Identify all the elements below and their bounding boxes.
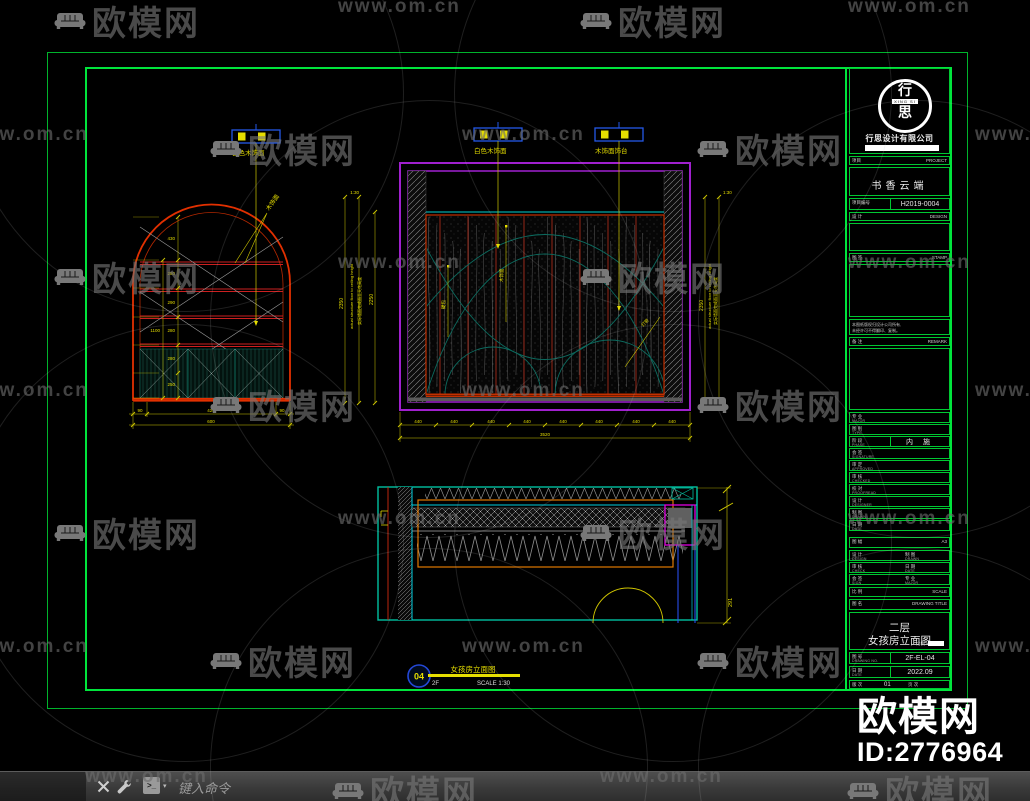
svg-text:280: 280 [167,328,175,333]
watermark-url: www.om.cn [975,380,1030,401]
model-id: ID:2776964 [857,737,1004,767]
elevation-right-dimensions: 1:30 2350 actual structure floor to ceil… [699,190,732,406]
svg-text:280: 280 [167,271,175,276]
svg-text:250: 250 [167,382,175,387]
material-tag-1[interactable]: 白色木饰面 [231,124,281,326]
company-name: 行思设计有限公司 [865,134,934,143]
svg-text:actual structure floor to ceil: actual structure floor to ceiling height [349,263,354,329]
svg-text:3520: 3520 [540,432,551,437]
svg-text:440: 440 [487,419,495,424]
svg-text:290: 290 [167,300,175,305]
viewport-number: 04 [414,672,424,682]
watermark-url: www.om.cn [848,0,971,17]
project-number: H2019-0004 [900,200,940,208]
date-value: 2022.09 [907,668,933,676]
arched-cabinet-elevation: 430 280 290 280 280 250 1100 90 420 90 6… [129,124,294,429]
cabinet-bottom-dim-values: 90 420 90 600 [137,408,285,424]
svg-text:2250: 2250 [369,294,375,305]
chevron-down-icon[interactable]: ▾ [163,782,167,790]
zigzag-hatch-top [425,488,681,500]
command-bar[interactable]: >_ ▾ 键入命令 [0,771,1030,801]
customize-wrench-icon[interactable] [116,779,131,794]
svg-text:木饰面: 木饰面 [264,193,281,212]
svg-text:木饰面饰台: 木饰面饰台 [595,146,628,155]
svg-text:木饰面: 木饰面 [498,268,505,282]
title-block-logo-box: 行 XING SI 思 行思设计有限公司 [849,68,950,154]
section-right-dimension: 291 [697,484,734,626]
svg-text:440: 440 [450,419,458,424]
svg-text:actual structure floor to ceil: actual structure floor to ceiling height [707,263,712,329]
drawing-title-box: 二层 女孩房立面图 比例 [849,612,950,650]
elevation-bottom-dimensions: 440 440 440 440 440 440 440 440 3520 [397,412,693,442]
close-icon[interactable] [97,780,110,793]
svg-text:实际墙面完成面至天花高度: 实际墙面完成面至天花高度 [356,277,362,325]
svg-text:1:30: 1:30 [723,190,732,195]
drawing-area[interactable]: 430 280 290 280 280 250 1100 90 420 90 6… [85,67,845,691]
svg-text:430: 430 [167,236,175,241]
svg-text:白色木饰面: 白色木饰面 [232,148,265,157]
svg-text:440: 440 [523,419,531,424]
viewport-title: 04 女孩房立面图 2F SCALE 1:30 [407,664,520,688]
door-swing-arc [592,587,664,624]
date-row: 日 期 DATE 2022.09 [849,666,950,678]
main-wall-elevation: 硬包 木饰面 灯带 白色木饰面 木饰面饰台 1:30 2350 2250 act… [339,122,732,442]
svg-text:291: 291 [728,598,734,607]
svg-text:440: 440 [414,419,422,424]
project-name: 书香云端 [871,181,928,192]
svg-text:440: 440 [559,419,567,424]
watermark-url: www.om.cn [975,636,1030,657]
section-detail: 291 [377,484,734,626]
watermark-brand: 欧模网 [52,0,200,45]
svg-text:1100: 1100 [150,328,160,333]
svg-text:440: 440 [632,419,640,424]
svg-text:440: 440 [668,419,676,424]
watermark-brand: 欧模网 [578,0,726,45]
viewport-title-text: 女孩房立面图 [451,664,496,674]
command-bar-left-panel [0,772,86,801]
drawing-number-row: 图 号 DRAWING NO. 2F-EL-04 [849,652,950,664]
watermark-url: www.om.cn [338,0,461,17]
site-branding: 欧模网 ID:2776964 [857,697,1003,766]
sofa-icon [580,12,612,29]
watermark-url: www.om.cn [975,124,1030,145]
command-prompt-icon[interactable]: >_ [143,777,160,794]
svg-text:2350: 2350 [699,300,705,311]
right-pilaster [663,170,683,403]
copyright-note: 本图纸版权归设计公司所有, 未经许可不得翻印、复制。 [849,319,950,335]
svg-text:420: 420 [207,408,215,413]
viewport-floor: 2F [432,681,439,687]
cad-application-canvas: 430 280 290 280 280 250 1100 90 420 90 6… [0,0,1030,801]
svg-text:1:30: 1:30 [350,190,359,195]
company-logo: 行 XING SI 思 [878,79,932,133]
svg-text:90: 90 [137,408,143,413]
project-name-box: 书香云端 [849,167,950,196]
legend-swatch [928,641,944,646]
phase-value: 内 施 [906,438,934,446]
svg-text:实际墙面完成面至天花高度: 实际墙面完成面至天花高度 [712,277,718,325]
company-underline-bar [865,145,939,151]
svg-text:280: 280 [167,356,175,361]
sofa-icon [54,12,86,29]
command-input[interactable]: 键入命令 [178,778,230,797]
crosshatch-band [411,507,686,528]
revision-row: 版 次 01 页 次 [849,680,950,689]
site-name: 欧模网 [857,695,980,739]
svg-text:90: 90 [279,408,285,413]
svg-text:600: 600 [207,419,215,424]
svg-text:440: 440 [595,419,603,424]
svg-text:硬包: 硬包 [440,300,447,309]
revision-value: 01 [884,682,891,688]
svg-text:白色木饰面: 白色木饰面 [474,146,507,155]
viewport-scale: SCALE 1:30 [477,681,511,687]
project-number-row: 项目编号 H2019-0004 [849,198,950,210]
left-pilaster [407,170,427,403]
title-block: 行 XING SI 思 行思设计有限公司 项目 PROJECT 书香云端 项目编… [845,67,952,691]
zigzag-hatch-bottom [417,534,683,561]
phase-row: 阶 段 PHASE 内 施 [849,436,950,447]
cabinet-bottom-dimensions [129,402,294,429]
svg-text:2350: 2350 [339,298,345,309]
elevation-left-dimensions: 1:30 2350 2250 actual structure floor to… [339,190,378,406]
arch-callout: 木饰面 [234,193,281,264]
drawing-number: 2F-EL-04 [905,654,935,662]
